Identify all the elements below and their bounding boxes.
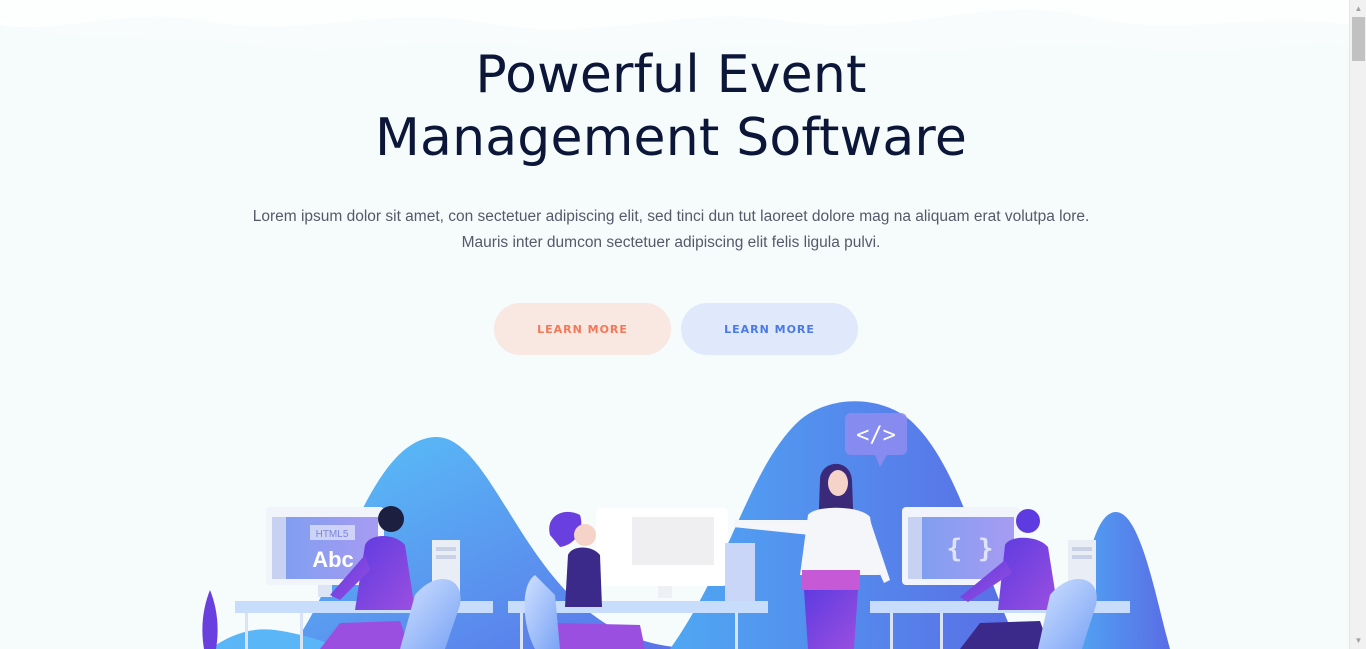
hero-description-line-2: Mauris inter dumcon sectetuer adipiscing… <box>461 234 881 251</box>
hero-section: Powerful Event Management Software Lorem… <box>0 0 1349 649</box>
hero-description-line-1: Lorem ipsum dolor sit amet, con sectetue… <box>252 208 1090 225</box>
scroll-down-arrow-icon[interactable]: ▼ <box>1350 632 1366 649</box>
plant-decoration <box>202 590 218 649</box>
hero-title-line-1: Powerful Event <box>475 45 867 105</box>
hero-title-line-2: Management Software <box>374 108 968 168</box>
html5-tag: HTML5 <box>316 529 349 540</box>
hero-description: Lorem ipsum dolor sit amet, con sectetue… <box>0 204 1342 256</box>
team-working-illustration: </> HTML5 Abc {} <box>202 401 1170 649</box>
scroll-thumb[interactable] <box>1352 17 1365 61</box>
page-scrollbar[interactable]: ▲ ▼ <box>1349 0 1366 649</box>
learn-more-primary-button[interactable]: LEARN MORE <box>494 303 671 355</box>
scroll-up-arrow-icon[interactable]: ▲ <box>1350 0 1366 17</box>
code-bracket-icon: </> <box>856 423 896 448</box>
learn-more-secondary-button[interactable]: LEARN MORE <box>681 303 858 355</box>
hero-title: Powerful Event Management Software <box>0 44 1342 170</box>
abc-label: Abc <box>312 547 354 572</box>
curly-brace-icon: { } <box>947 534 994 564</box>
